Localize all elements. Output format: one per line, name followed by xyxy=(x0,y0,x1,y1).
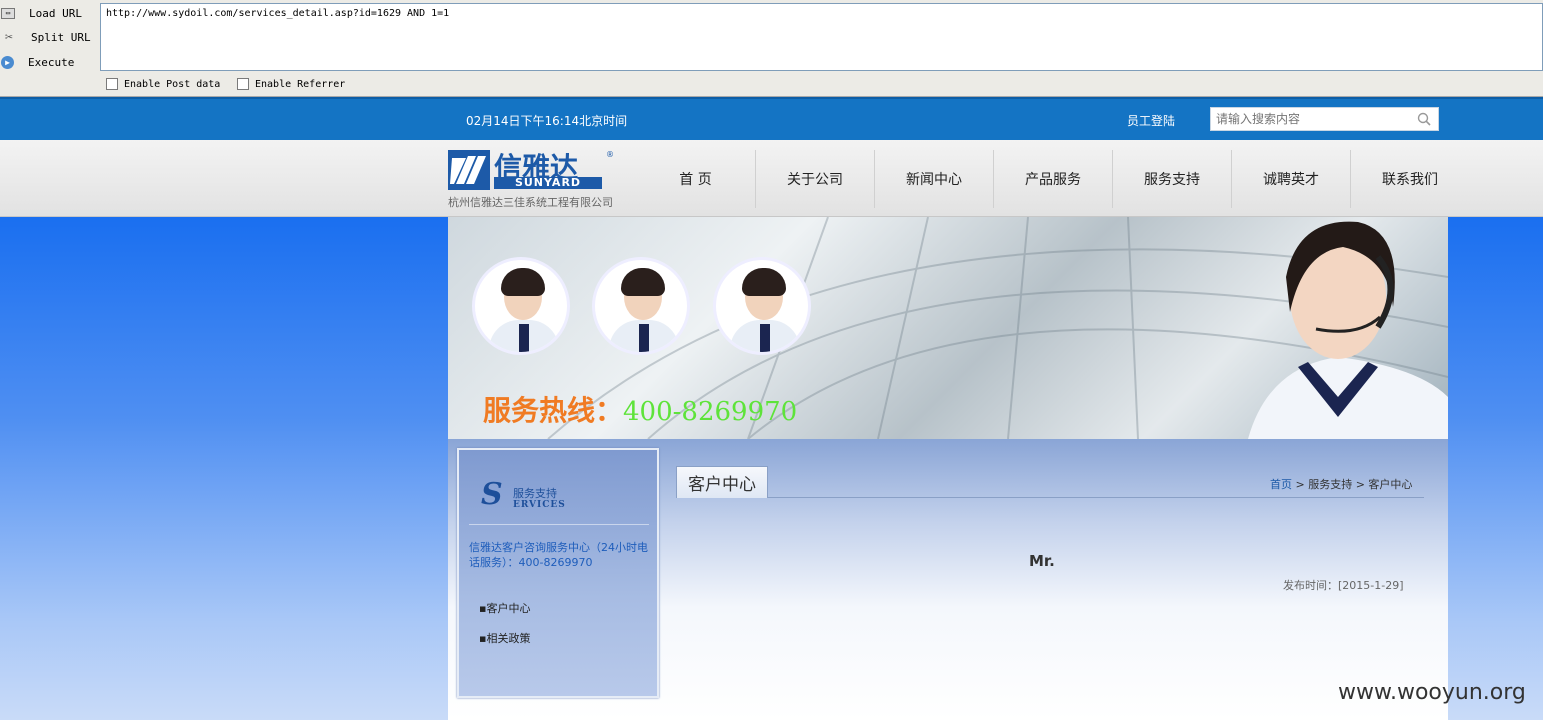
load-url-label: Load URL xyxy=(29,6,82,20)
headset-agent-image xyxy=(1248,221,1448,439)
nav-item-support[interactable]: 服务支持 xyxy=(1112,150,1231,208)
url-textarea[interactable]: http://www.sydoil.com/services_detail.as… xyxy=(100,3,1543,71)
datetime-text: 02月14日下午16:14北京时间 xyxy=(466,114,628,128)
execute-button[interactable]: ▶ Execute xyxy=(0,51,100,73)
services-logo-en: ERVICES xyxy=(513,500,566,510)
publish-date: 发布时间：[2015-1-29] xyxy=(1283,579,1404,592)
split-url-label: Split URL xyxy=(31,30,91,44)
play-icon: ▶ xyxy=(1,55,14,69)
nav-item-careers[interactable]: 诚聘英才 xyxy=(1231,150,1350,208)
breadcrumb-home-link[interactable]: 首页 xyxy=(1270,478,1292,491)
top-bar: 02月14日下午16:14北京时间 员工登陆 xyxy=(0,97,1543,140)
enable-post-label: Enable Post data xyxy=(124,78,221,90)
nav-item-products[interactable]: 产品服务 xyxy=(993,150,1112,208)
nav-item-about[interactable]: 关于公司 xyxy=(755,150,874,208)
portrait-female-agent-1 xyxy=(592,257,690,355)
enable-post-checkbox[interactable]: Enable Post data xyxy=(106,78,220,90)
scissors-icon: ✂ xyxy=(5,29,13,45)
sidebar: S 服务支持 ERVICES 信雅达客户咨询服务中心（24小时电话服务）：400… xyxy=(457,448,659,698)
company-name: 杭州信雅达三佳系统工程有限公司 xyxy=(448,196,613,209)
breadcrumb: 首页 > 服务支持 > 客户中心 xyxy=(1270,476,1412,492)
sidebar-contact-info: 信雅达客户咨询服务中心（24小时电话服务）：400-8269970 xyxy=(469,541,648,569)
article-title: Mr. xyxy=(1029,552,1055,570)
split-url-button[interactable]: ✂ Split URL xyxy=(0,26,100,48)
enable-referrer-label: Enable Referrer xyxy=(255,78,346,90)
portrait-female-agent-2 xyxy=(713,257,811,355)
services-logo-letter: S xyxy=(481,477,503,512)
load-url-icon: ▭ xyxy=(1,7,15,19)
hackbar-toolbar: ▭ Load URL ✂ Split URL ▶ Execute http://… xyxy=(0,0,1543,97)
watermark: www.wooyun.org xyxy=(1338,680,1526,705)
search-box xyxy=(1210,107,1439,131)
nav-item-home[interactable]: 首 页 xyxy=(636,150,755,208)
logo-english-name: SUNYARD xyxy=(494,177,602,189)
main-nav: 首 页 关于公司 新闻中心 产品服务 服务支持 诚聘英才 联系我们 xyxy=(636,150,1469,208)
content-area: S 服务支持 ERVICES 信雅达客户咨询服务中心（24小时电话服务）：400… xyxy=(448,439,1448,720)
hotline: 服务热线：400-8269970 xyxy=(483,389,797,429)
sidebar-divider xyxy=(469,524,649,525)
sidebar-item-policies[interactable]: ▪相关政策 xyxy=(479,630,530,646)
site-logo[interactable]: 信雅达 ® SUNYARD 杭州信雅达三佳系统工程有限公司 xyxy=(448,150,638,210)
enable-referrer-checkbox[interactable]: Enable Referrer xyxy=(237,78,345,90)
checkbox-box[interactable] xyxy=(106,78,118,90)
services-logo-cn: 服务支持 xyxy=(513,487,557,500)
hotline-number: 400-8269970 xyxy=(623,397,798,427)
staff-login-link[interactable]: 员工登陆 xyxy=(1127,112,1175,129)
breadcrumb-path: > 服务支持 > 客户中心 xyxy=(1292,478,1413,491)
hotline-label: 服务热线： xyxy=(483,394,624,427)
sunyard-logo-mark-icon xyxy=(448,150,490,190)
main-header: 信雅达 ® SUNYARD 杭州信雅达三佳系统工程有限公司 首 页 关于公司 新… xyxy=(0,140,1543,217)
load-url-button[interactable]: ▭ Load URL xyxy=(0,2,100,24)
execute-label: Execute xyxy=(28,55,75,69)
service-banner: 服务热线：400-8269970 xyxy=(448,217,1448,439)
section-rule xyxy=(768,497,1424,498)
search-icon[interactable] xyxy=(1417,112,1431,126)
checkbox-box[interactable] xyxy=(237,78,249,90)
nav-item-news[interactable]: 新闻中心 xyxy=(874,150,993,208)
nav-item-contact[interactable]: 联系我们 xyxy=(1350,150,1469,208)
search-input[interactable] xyxy=(1211,108,1411,130)
registered-mark: ® xyxy=(606,150,614,159)
sidebar-item-customer-center[interactable]: ▪客户中心 xyxy=(479,600,530,616)
section-title: 客户中心 xyxy=(676,466,768,498)
portrait-male-agent xyxy=(472,257,570,355)
